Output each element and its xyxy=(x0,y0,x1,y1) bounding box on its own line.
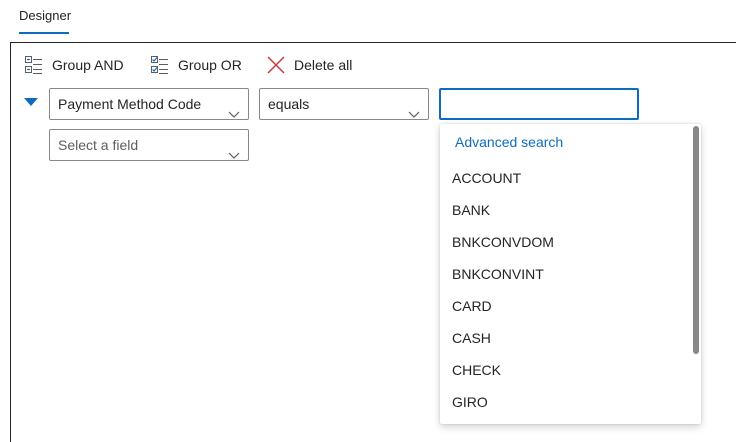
dropdown-option[interactable]: ACCOUNT xyxy=(452,170,521,186)
new-field-select[interactable]: Select a field xyxy=(49,129,249,161)
dropdown-option[interactable]: BANK xyxy=(452,202,490,218)
group-and-label: Group AND xyxy=(52,57,124,73)
dropdown-scrollbar[interactable] xyxy=(693,126,699,354)
group-and-button[interactable]: Group AND xyxy=(24,52,124,78)
dropdown-option[interactable]: CARD xyxy=(452,298,492,314)
tab-bar: Designer xyxy=(0,0,736,42)
field-select[interactable]: Payment Method Code xyxy=(49,88,249,120)
collapse-caret-icon[interactable] xyxy=(24,98,38,106)
dropdown-option[interactable]: CASH xyxy=(452,330,491,346)
group-or-label: Group OR xyxy=(178,57,242,73)
operator-select[interactable]: equals xyxy=(259,88,429,120)
delete-all-label: Delete all xyxy=(294,57,353,73)
dropdown-option[interactable]: BNKCONVINT xyxy=(452,266,544,282)
value-input[interactable] xyxy=(439,88,639,120)
value-dropdown: Advanced search ACCOUNT BANK BNKCONVDOM … xyxy=(440,124,701,424)
chevron-down-icon xyxy=(228,99,240,119)
new-field-placeholder: Select a field xyxy=(58,137,139,153)
tab-designer-underline xyxy=(19,32,69,34)
group-or-button[interactable]: Group OR xyxy=(150,52,242,78)
field-select-value: Payment Method Code xyxy=(58,96,202,112)
operator-select-value: equals xyxy=(268,96,310,112)
tab-designer[interactable]: Designer xyxy=(19,8,71,23)
group-and-icon xyxy=(24,55,44,75)
delete-icon xyxy=(266,55,286,75)
chevron-down-icon xyxy=(228,140,240,160)
chevron-down-icon xyxy=(408,99,420,119)
dropdown-option[interactable]: GIRO xyxy=(452,394,488,410)
dropdown-option[interactable]: CHECK xyxy=(452,362,501,378)
dropdown-option[interactable]: BNKCONVDOM xyxy=(452,234,554,250)
delete-all-button[interactable]: Delete all xyxy=(266,52,352,78)
group-or-icon xyxy=(150,55,170,75)
advanced-search-link[interactable]: Advanced search xyxy=(455,134,563,150)
